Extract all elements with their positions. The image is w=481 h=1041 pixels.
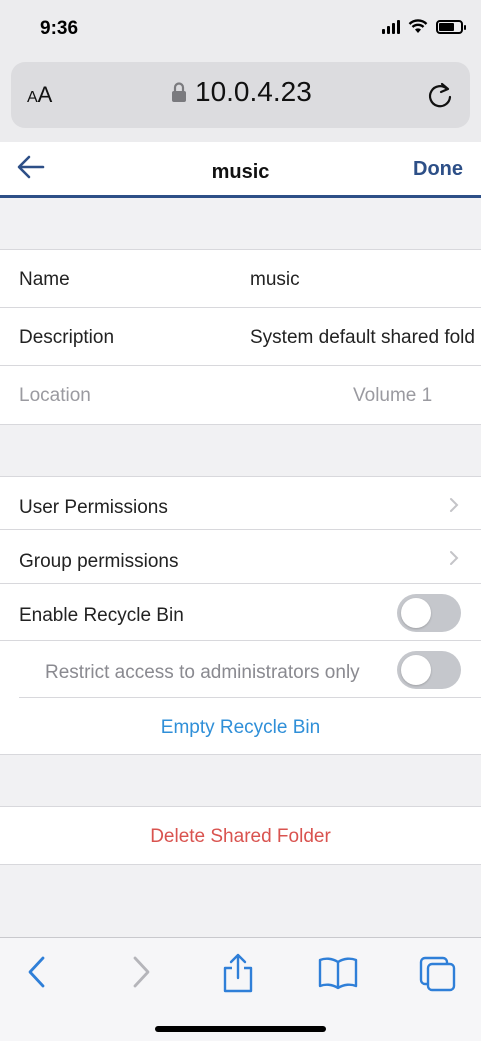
- restrict-access-label: Restrict access to administrators only: [45, 662, 360, 683]
- text-size-button[interactable]: AA: [27, 82, 52, 108]
- location-row: Location Volume 1: [0, 366, 481, 424]
- page-title: music: [211, 161, 270, 183]
- recycle-bin-toggle[interactable]: [397, 594, 461, 632]
- status-bar: 9:36: [0, 0, 481, 56]
- recycle-bin-label: Enable Recycle Bin: [19, 605, 184, 626]
- status-icons: [382, 19, 466, 34]
- url-text[interactable]: 10.0.4.23: [195, 76, 312, 108]
- name-label: Name: [19, 269, 70, 290]
- done-button[interactable]: Done: [413, 158, 463, 181]
- address-bar[interactable]: AA 10.0.4.23: [11, 62, 470, 128]
- bookmarks-icon[interactable]: [317, 952, 359, 992]
- group-permissions-label: Group permissions: [19, 551, 179, 572]
- battery-icon: [436, 19, 466, 34]
- user-permissions-row[interactable]: User Permissions: [0, 477, 481, 530]
- lock-icon: [172, 82, 186, 102]
- chevron-right-icon: [450, 498, 459, 512]
- share-icon[interactable]: [221, 952, 255, 994]
- reload-icon[interactable]: [426, 80, 454, 110]
- group-permissions-row[interactable]: Group permissions: [0, 530, 481, 584]
- restrict-access-row: Restrict access to administrators only: [19, 641, 481, 698]
- chevron-right-icon: [450, 551, 459, 565]
- description-row: Description System default shared fold: [0, 308, 481, 366]
- location-value: Volume 1: [353, 385, 433, 406]
- empty-recycle-bin-row: Empty Recycle Bin: [0, 698, 481, 754]
- description-label: Description: [19, 327, 115, 348]
- info-section: Name music Description System default sh…: [0, 249, 481, 425]
- cellular-signal-icon: [382, 19, 400, 34]
- settings-section: User Permissions Group permissions Enabl…: [0, 476, 481, 755]
- browser-toolbar: AA 10.0.4.23: [0, 56, 481, 142]
- recycle-bin-row: Enable Recycle Bin: [0, 584, 481, 641]
- description-value: System default shared fold: [250, 327, 475, 348]
- forward-icon[interactable]: [128, 952, 154, 992]
- delete-shared-folder-button[interactable]: Delete Shared Folder: [0, 826, 481, 848]
- browser-bottom-toolbar: [0, 937, 481, 1041]
- tabs-icon[interactable]: [418, 952, 458, 992]
- empty-recycle-bin-button[interactable]: Empty Recycle Bin: [0, 717, 481, 739]
- status-time: 9:36: [40, 18, 79, 39]
- name-row: Name music: [0, 250, 481, 308]
- url-container: 10.0.4.23: [171, 76, 312, 108]
- back-icon[interactable]: [24, 952, 50, 992]
- delete-row: Delete Shared Folder: [0, 807, 481, 864]
- wifi-icon: [408, 19, 428, 33]
- user-permissions-label: User Permissions: [19, 497, 168, 518]
- location-label: Location: [19, 385, 91, 406]
- app-header: music Done: [0, 142, 481, 198]
- danger-section: Delete Shared Folder: [0, 806, 481, 865]
- restrict-access-toggle[interactable]: [397, 651, 461, 689]
- home-indicator: [155, 1026, 326, 1032]
- name-value: music: [250, 269, 300, 290]
